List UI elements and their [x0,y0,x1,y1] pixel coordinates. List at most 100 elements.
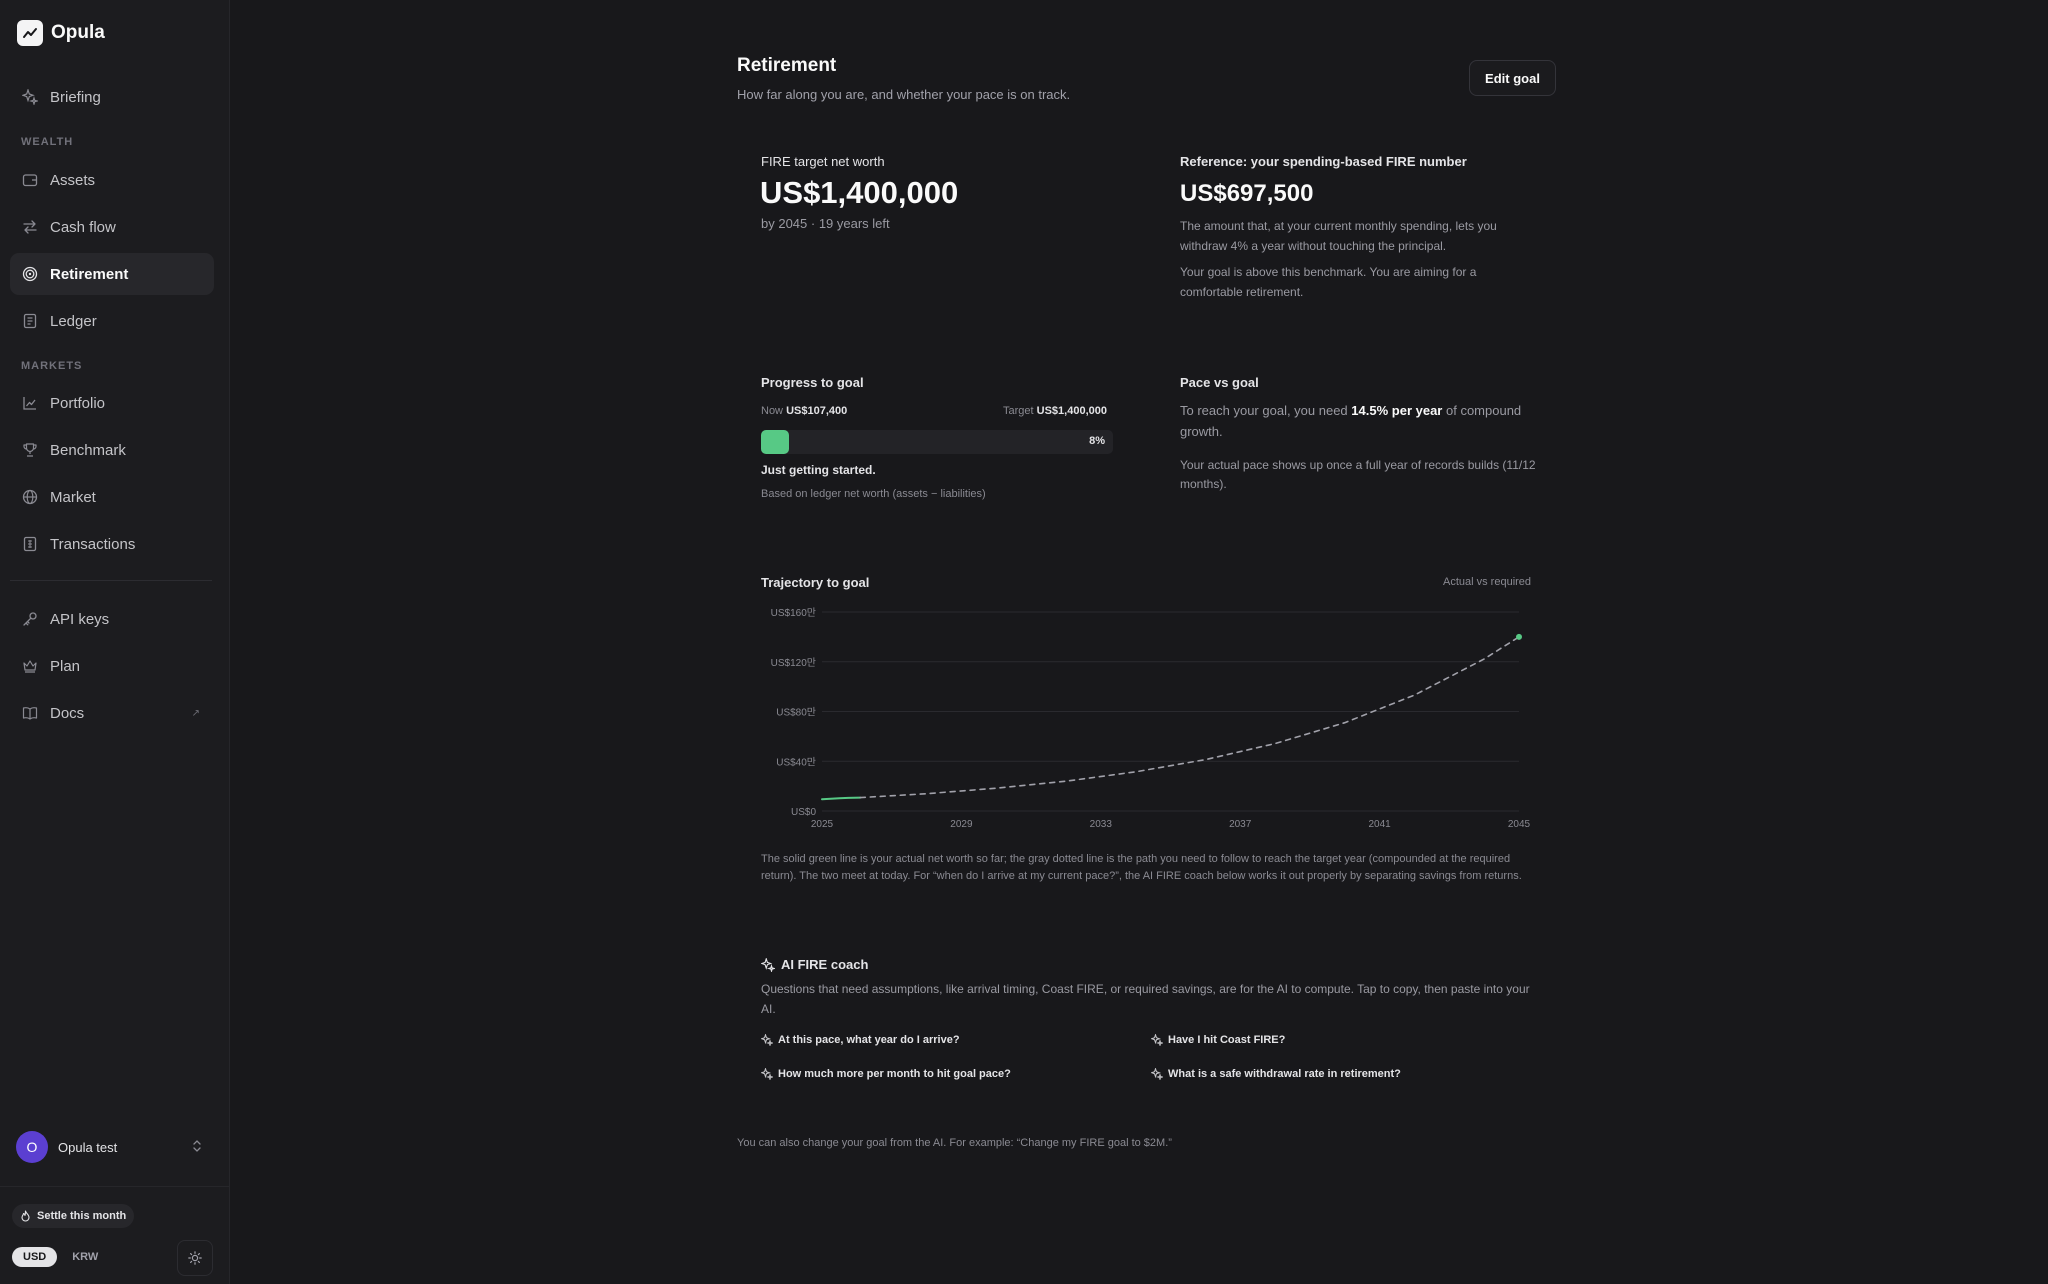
sidebar-item-label: Briefing [50,88,101,106]
chart-x-tick-label: 2029 [950,819,973,830]
coach-question-arrival-year[interactable]: At this pace, what year do I arrive? [761,1034,960,1046]
sun-icon [188,1251,202,1265]
sidebar-item-label: Retirement [50,265,129,283]
progress-now: Now US$107,400 [761,405,847,417]
fire-target-sub: by 2045 · 19 years left [761,216,890,231]
target-icon [22,266,38,282]
sparkles-icon [761,1034,773,1046]
footer-note: You can also change your goal from the A… [737,1137,1172,1149]
trajectory-caption-line2: return). The two meet at today. For “whe… [761,870,1522,882]
chart-y-tick-label: US$120만 [771,657,816,669]
fire-target-value: US$1,400,000 [760,175,959,210]
ai-coach-title: AI FIRE coach [761,957,868,972]
reference-desc-line2: withdraw 4% a year without touching the … [1180,239,1447,253]
sidebar-item-label: Portfolio [50,394,106,412]
pace-required-rate: 14.5% per year [1351,403,1443,418]
sidebar-item-plan[interactable]: Plan [10,645,214,687]
progress-status: Just getting started. [761,463,876,477]
nav-section-wealth: WEALTH [21,136,74,148]
open-book-icon [22,705,38,721]
sidebar-item-ledger[interactable]: Ledger [10,300,214,342]
progress-bar-fill [761,430,790,454]
theme-toggle-button[interactable] [177,1240,213,1276]
chart-y-tick-label: US$80만 [776,707,816,719]
crown-icon [22,658,38,674]
receipt-icon [22,536,38,552]
reference-note-line2: comfortable retirement. [1180,285,1304,299]
settle-month-button[interactable]: Settle this month [12,1204,135,1228]
sidebar-item-briefing[interactable]: Briefing [10,76,214,118]
coach-question-label: What is a safe withdrawal rate in retire… [1168,1068,1401,1080]
arrows-left-right-icon [22,219,38,235]
currency-krw-option[interactable]: KRW [61,1247,109,1267]
sidebar-item-label: Ledger [50,312,97,330]
sidebar-item-assets[interactable]: Assets [10,159,214,201]
sidebar-item-benchmark[interactable]: Benchmark [10,429,214,471]
ai-coach-title-text: AI FIRE coach [781,957,869,972]
reference-note-line1: Your goal is above this benchmark. You a… [1180,265,1477,279]
sparkles-icon [1151,1068,1163,1080]
coach-question-label: At this pace, what year do I arrive? [778,1034,960,1046]
sidebar-item-retirement[interactable]: Retirement [10,253,214,295]
reference-value: US$697,500 [1180,180,1314,207]
sidebar-item-transactions[interactable]: Transactions [10,523,214,565]
pace-line1-pre: To reach your goal, you need [1180,403,1348,418]
pace-line2: growth. [1180,424,1223,439]
trophy-icon [22,442,38,458]
trajectory-legend: Actual vs required [1443,576,1532,588]
pace-label: Pace vs goal [1180,375,1259,390]
trajectory-chart: US$0 US$40만 US$80만 US$120만 US$160만 2025 2029 20… [771,607,1531,830]
sidebar-item-label: Benchmark [50,441,126,459]
coach-question-label: Have I hit Coast FIRE? [1168,1034,1286,1046]
reference-desc-line1: The amount that, at your current monthly… [1180,219,1497,233]
sidebar-item-docs[interactable]: Docs ↗ [10,692,214,734]
pace-line1-post: of compound [1446,403,1522,418]
currency-toggle: USD KRW [12,1247,109,1267]
coach-question-coast-fire[interactable]: Have I hit Coast FIRE? [1151,1034,1285,1046]
progress-note: Based on ledger net worth (assets − liab… [761,488,986,500]
progress-bar: 8% [761,430,1113,454]
wallet-icon [22,172,38,188]
sparkles-icon [761,1068,773,1080]
sidebar-item-label: Assets [50,171,96,189]
sidebar-item-market[interactable]: Market [10,476,214,518]
book-icon [22,313,38,329]
pace-line1: To reach your goal, you need 14.5% per y… [1180,400,1521,422]
progress-target-value: US$1,400,000 [1036,405,1107,417]
coach-question-withdrawal-rate[interactable]: What is a safe withdrawal rate in retire… [1151,1068,1401,1080]
avatar: O [16,1131,48,1163]
sidebar-item-label: Docs [50,704,85,722]
sidebar-divider [10,580,212,581]
chart-series-line-required [859,636,1520,799]
currency-usd-option[interactable]: USD [12,1247,58,1267]
chart-y-tick-label: US$0 [791,807,816,818]
sidebar-item-portfolio[interactable]: Portfolio [10,382,214,424]
brand-name: Opula [51,22,105,43]
sidebar-item-api-keys[interactable]: API keys [10,598,214,640]
progress-target: Target US$1,400,000 [1003,405,1107,417]
sparkles-icon [761,957,775,972]
chart-y-tick-label: US$160만 [771,607,816,619]
pace-note-line2: months). [1180,477,1227,491]
page-subtitle: How far along you are, and whether your … [737,87,1071,102]
fire-target-label: FIRE target net worth [761,154,885,169]
sparkles-icon [1151,1034,1163,1046]
sidebar: Opula Briefing WEALTH Assets Cash flow R… [0,0,230,1284]
account-switcher[interactable]: O Opula test [10,1126,214,1168]
coach-question-monthly-savings[interactable]: How much more per month to hit goal pace… [761,1068,1011,1080]
chart-x-tick-label: 2041 [1368,819,1391,830]
chevron-up-down-icon [192,1139,202,1156]
sidebar-item-label: Transactions [50,535,136,553]
progress-label: Progress to goal [761,375,864,390]
ai-coach-desc-line1: Questions that need assumptions, like ar… [761,982,1530,996]
sidebar-footer-divider [0,1186,230,1187]
progress-target-key: Target [1003,405,1034,417]
coach-question-label: How much more per month to hit goal pace… [778,1068,1011,1080]
edit-goal-button[interactable]: Edit goal [1469,60,1556,96]
progress-percent: 8% [1089,435,1105,447]
chart-x-tick-label: 2037 [1229,819,1252,830]
progress-now-key: Now [761,405,784,417]
sidebar-item-cash-flow[interactable]: Cash flow [10,206,214,248]
brand[interactable]: Opula [17,20,105,46]
page-title: Retirement [737,55,837,76]
